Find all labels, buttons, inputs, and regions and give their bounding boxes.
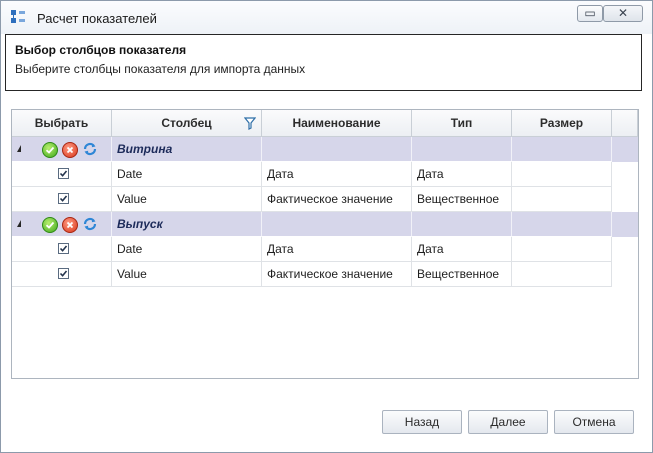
group-cell <box>412 212 512 237</box>
filter-icon[interactable] <box>244 117 256 130</box>
table-row[interactable]: Value Фактическое значение Вещественное <box>12 187 638 212</box>
group-row[interactable]: Витрина <box>12 137 638 162</box>
col-header-type[interactable]: Тип <box>412 110 512 137</box>
name-cell: Дата <box>262 162 412 187</box>
columns-grid: Выбрать Столбец Наименование Тип Размер <box>11 109 639 379</box>
select-cell <box>12 162 112 187</box>
wizard-subtitle: Выберите столбцы показателя для импорта … <box>15 62 306 76</box>
table-row[interactable]: Date Дата Дата <box>12 237 638 262</box>
invert-selection-icon[interactable] <box>82 141 98 157</box>
type-cell: Дата <box>412 237 512 262</box>
type-cell: Вещественное <box>412 262 512 287</box>
group-name: Выпуск <box>112 212 262 237</box>
col-header-filler <box>612 110 638 137</box>
dialog-window: Расчет показателей ▭ ✕ Выбор столбцов по… <box>0 0 653 453</box>
invert-selection-icon[interactable] <box>82 216 98 232</box>
close-icon: ✕ <box>617 6 629 20</box>
group-cell <box>512 212 612 237</box>
wizard-header: Выбор столбцов показателя Выберите столб… <box>5 34 642 91</box>
column-cell: Date <box>112 237 262 262</box>
size-cell[interactable] <box>512 187 612 212</box>
column-cell: Value <box>112 187 262 212</box>
next-button[interactable]: Далее <box>468 410 548 434</box>
select-cell <box>12 187 112 212</box>
row-checkbox[interactable] <box>58 243 69 254</box>
type-cell: Вещественное <box>412 187 512 212</box>
minimize-button[interactable]: ▭ <box>577 5 603 22</box>
column-cell: Value <box>112 262 262 287</box>
app-grid-icon <box>11 10 25 23</box>
column-cell: Date <box>112 162 262 187</box>
col-header-select[interactable]: Выбрать <box>12 110 112 137</box>
select-cell <box>12 262 112 287</box>
group-controls <box>12 212 112 237</box>
group-cell <box>512 137 612 162</box>
minimize-icon: ▭ <box>584 6 596 20</box>
group-cell <box>412 137 512 162</box>
name-cell: Дата <box>262 237 412 262</box>
group-cell <box>262 212 412 237</box>
uncheck-all-icon[interactable] <box>62 142 78 158</box>
wizard-title: Выбор столбцов показателя <box>15 43 187 57</box>
group-row[interactable]: Выпуск <box>12 212 638 237</box>
size-cell[interactable] <box>512 162 612 187</box>
size-cell[interactable] <box>512 237 612 262</box>
group-name: Витрина <box>112 137 262 162</box>
size-cell[interactable] <box>512 262 612 287</box>
back-button[interactable]: Назад <box>382 410 462 434</box>
name-cell: Фактическое значение <box>262 262 412 287</box>
table-row[interactable]: Value Фактическое значение Вещественное <box>12 262 638 287</box>
uncheck-all-icon[interactable] <box>62 217 78 233</box>
row-checkbox[interactable] <box>58 268 69 279</box>
window-title: Расчет показателей <box>37 11 157 26</box>
title-bar[interactable]: Расчет показателей ▭ ✕ <box>1 1 652 34</box>
cancel-button[interactable]: Отмена <box>554 410 634 434</box>
group-cell <box>262 137 412 162</box>
table-row[interactable]: Date Дата Дата <box>12 162 638 187</box>
row-checkbox[interactable] <box>58 168 69 179</box>
collapse-triangle-icon[interactable] <box>17 220 21 227</box>
col-header-name[interactable]: Наименование <box>262 110 412 137</box>
select-cell <box>12 237 112 262</box>
col-header-column[interactable]: Столбец <box>112 110 262 137</box>
check-all-icon[interactable] <box>42 217 58 233</box>
close-button[interactable]: ✕ <box>603 5 643 22</box>
name-cell: Фактическое значение <box>262 187 412 212</box>
col-header-column-label: Столбец <box>161 116 212 130</box>
type-cell: Дата <box>412 162 512 187</box>
collapse-triangle-icon[interactable] <box>17 145 21 152</box>
col-header-size[interactable]: Размер <box>512 110 612 137</box>
check-all-icon[interactable] <box>42 142 58 158</box>
row-checkbox[interactable] <box>58 193 69 204</box>
group-controls <box>12 137 112 162</box>
